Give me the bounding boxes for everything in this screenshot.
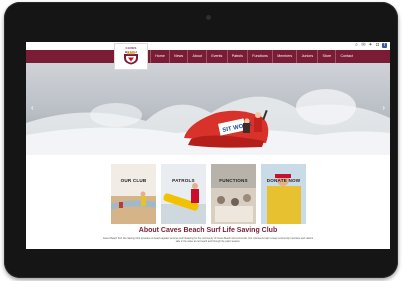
nav-item-patrols[interactable]: Patrols bbox=[226, 50, 248, 63]
tile-functions[interactable]: FUNCTIONS bbox=[211, 164, 256, 224]
tile-donate-now[interactable]: DONATE NOW bbox=[261, 164, 306, 224]
nav-item-home[interactable]: Home bbox=[150, 50, 169, 63]
utility-bar: ⌕ ✉ ✦ ◘ f bbox=[26, 42, 390, 50]
tile-patrols-image bbox=[161, 164, 206, 224]
tile-donate-now-image bbox=[261, 164, 306, 224]
front-camera bbox=[206, 15, 211, 20]
nav-item-functions[interactable]: Functions bbox=[247, 50, 272, 63]
hero-prev-arrow-icon[interactable]: ‹ bbox=[31, 104, 34, 112]
about-text: Caves Beach Surf Life Saving Club provid… bbox=[102, 237, 314, 244]
nav-item-store[interactable]: Store bbox=[317, 50, 335, 63]
hero-banner: SIT WORK ‹ › bbox=[26, 63, 390, 155]
about-title: About Caves Beach Surf Life Saving Club bbox=[138, 227, 278, 234]
hero-image: SIT WORK bbox=[26, 63, 390, 155]
nav-item-news[interactable]: News bbox=[168, 50, 187, 63]
tile-patrols[interactable]: PATROLS bbox=[161, 164, 206, 224]
nav-item-members[interactable]: Members bbox=[272, 50, 296, 63]
twitter-icon[interactable]: ✦ bbox=[368, 43, 373, 48]
email-icon[interactable]: ✉ bbox=[361, 43, 366, 48]
tile-patrols-label: PATROLS bbox=[172, 178, 195, 183]
nav-item-contact[interactable]: Contact bbox=[335, 50, 357, 63]
site-logo[interactable]: CAVES BEACH bbox=[114, 43, 148, 70]
main-navbar: Home News About Events Patrols Functions… bbox=[26, 50, 390, 63]
instagram-icon[interactable]: ◘ bbox=[375, 43, 380, 48]
facebook-icon[interactable]: f bbox=[382, 43, 387, 48]
tile-our-club-label: OUR CLUB bbox=[120, 178, 147, 183]
feature-tiles: OUR CLUB PATROLS FUNCTIONS DONATE NOW bbox=[111, 164, 307, 224]
hero-next-arrow-icon[interactable]: › bbox=[382, 104, 385, 112]
tablet-frame: ⌕ ✉ ✦ ◘ f Home News About Events Patrols… bbox=[4, 2, 398, 278]
nav-item-juniors[interactable]: Juniors bbox=[296, 50, 317, 63]
utility-icons: ⌕ ✉ ✦ ◘ f bbox=[354, 43, 387, 48]
nav-menu: Home News About Events Patrols Functions… bbox=[150, 50, 357, 63]
tile-donate-now-label: DONATE NOW bbox=[266, 178, 301, 183]
tile-our-club-image bbox=[111, 164, 156, 224]
nav-item-about[interactable]: About bbox=[187, 50, 206, 63]
tile-our-club[interactable]: OUR CLUB bbox=[111, 164, 156, 224]
tile-functions-image bbox=[211, 164, 256, 224]
browser-screen: ⌕ ✉ ✦ ◘ f Home News About Events Patrols… bbox=[26, 42, 390, 249]
nav-item-events[interactable]: Events bbox=[206, 50, 226, 63]
search-icon[interactable]: ⌕ bbox=[354, 43, 359, 48]
logo-emblem-icon bbox=[124, 53, 138, 65]
tile-functions-label: FUNCTIONS bbox=[219, 178, 248, 183]
